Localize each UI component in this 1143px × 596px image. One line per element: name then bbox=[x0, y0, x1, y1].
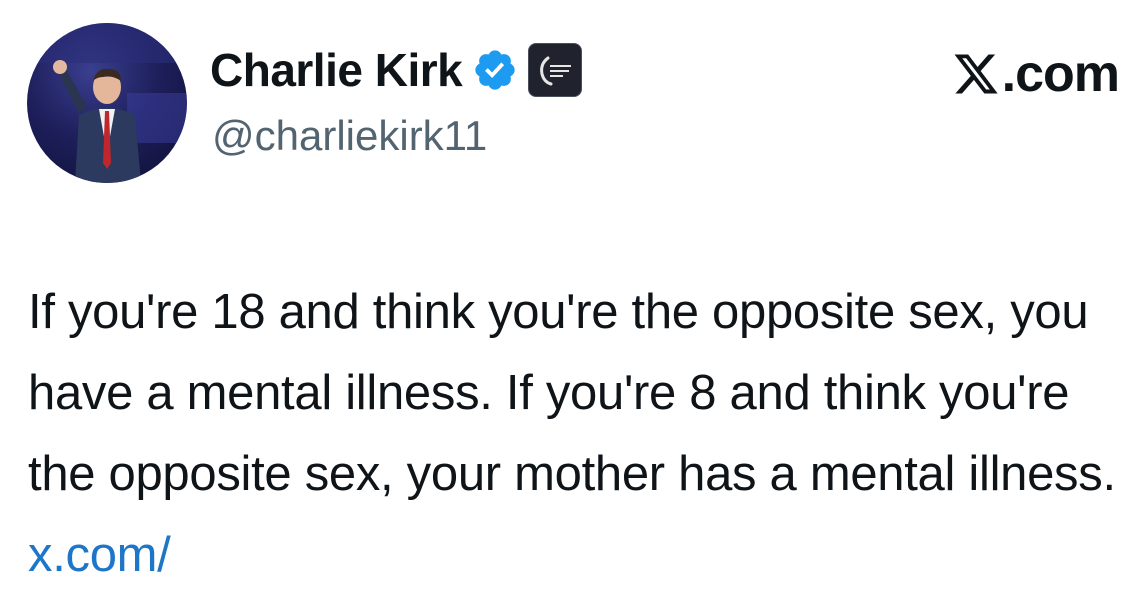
author-name-row: Charlie Kirk bbox=[210, 40, 583, 100]
avatar-photo bbox=[27, 23, 187, 183]
tweet-link[interactable]: x.com/ bbox=[28, 528, 171, 582]
avatar[interactable] bbox=[27, 23, 187, 183]
tweet-body: If you're 18 and think you're the opposi… bbox=[28, 285, 1116, 501]
brand-logo[interactable]: .com bbox=[952, 44, 1120, 104]
turning-point-usa-logo-icon bbox=[540, 56, 572, 86]
affiliate-badge[interactable] bbox=[528, 43, 583, 97]
tweet-text: If you're 18 and think you're the opposi… bbox=[28, 272, 1128, 596]
display-name[interactable]: Charlie Kirk bbox=[210, 43, 463, 97]
x-logo-icon bbox=[954, 54, 998, 94]
tweet-card: Charlie Kirk @charliekirk11 .com If you'… bbox=[0, 0, 1143, 592]
verified-badge-icon[interactable] bbox=[472, 47, 518, 93]
brand-label: .com bbox=[1001, 45, 1120, 103]
author-handle[interactable]: @charliekirk11 bbox=[212, 112, 487, 160]
